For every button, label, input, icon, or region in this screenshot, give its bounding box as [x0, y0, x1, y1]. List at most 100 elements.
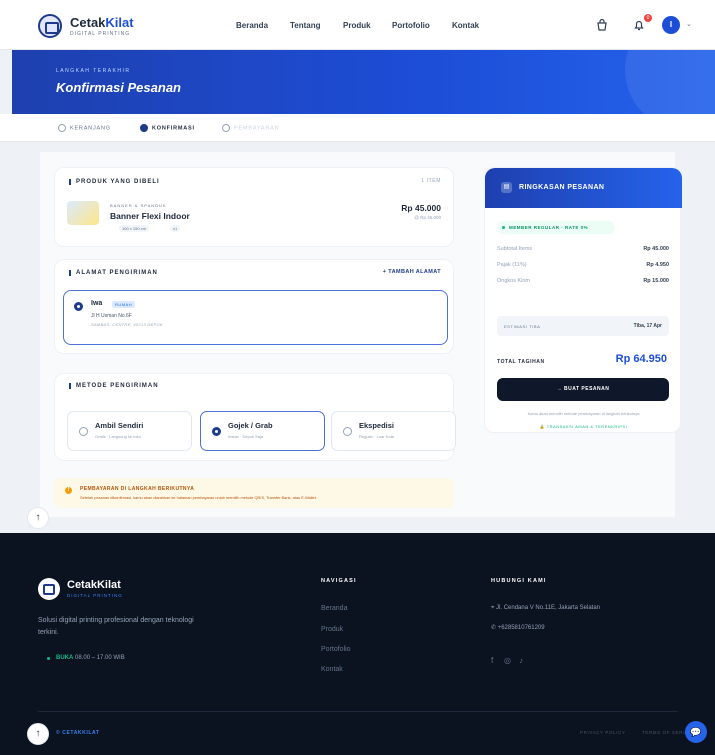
- item-count: 1 ITEM: [421, 178, 441, 184]
- info-icon: !: [65, 487, 72, 494]
- row-value: Rp 4.950: [646, 262, 669, 268]
- chevron-down-icon[interactable]: ⌄: [686, 20, 692, 28]
- radio[interactable]: [79, 427, 88, 436]
- summary-title: RINGKASAN PESANAN: [519, 184, 605, 191]
- footer-brand: CetakKilat: [67, 579, 121, 591]
- summary-row-subtotal: Subtotal Items Rp 45.000: [497, 246, 669, 252]
- footer-description: Solusi digital printing profesional deng…: [38, 617, 194, 636]
- total-label: TOTAL TAGIHAN: [497, 359, 545, 365]
- step-keranjang[interactable]: KERANJANG: [58, 124, 111, 132]
- scroll-top-button[interactable]: ↑: [27, 507, 49, 529]
- option-name: Gojek / Grab: [228, 421, 273, 430]
- printer-logo-icon: [38, 578, 60, 600]
- address-option-selected[interactable]: Iwa RUMAH Jl H Usman No.6F SAMBAS, CENTR…: [63, 290, 448, 345]
- nav-link-produk[interactable]: Produk: [343, 21, 371, 30]
- cart-icon: [58, 124, 66, 132]
- nav-link-tentang[interactable]: Tentang: [290, 21, 321, 30]
- nav-link-kontak[interactable]: Kontak: [452, 21, 479, 30]
- shopping-bag-icon[interactable]: [595, 18, 609, 32]
- secure-text: TRANSAKSI AMAN & TERENKRIPSI: [546, 424, 628, 429]
- receipt-icon: ▤: [501, 182, 512, 193]
- avatar[interactable]: I: [662, 16, 680, 34]
- footer-address: ⌖ Jl. Cendana V No.11E, Jakarta Selatan: [491, 605, 600, 612]
- arrow-up-icon: ↑: [35, 512, 41, 523]
- notification-badge: 0: [644, 14, 652, 22]
- footer-link-portofolio[interactable]: Portofolio: [321, 646, 351, 653]
- size-chip: 100 x 150 cm: [119, 225, 150, 232]
- summary-header: ▤ RINGKASAN PESANAN: [485, 168, 682, 208]
- product-card: PRODUK YANG DIBELI 1 ITEM BANNER & SPAND…: [54, 167, 454, 247]
- facebook-icon[interactable]: f: [491, 656, 493, 665]
- row-label: Pajak (11%): [497, 262, 527, 268]
- radio-selected[interactable]: [74, 302, 83, 311]
- radio[interactable]: [343, 427, 352, 436]
- hero-kicker: LANGKAH TERAKHIR: [56, 68, 131, 74]
- step-label: KERANJANG: [70, 125, 111, 132]
- footer-phone[interactable]: ✆ +6285810761209: [491, 624, 545, 631]
- step-pembayaran: PEMBAYARAN: [222, 124, 279, 132]
- add-address-button[interactable]: + TAMBAH ALAMAT: [383, 269, 441, 275]
- eta-box: ESTIMASI TIBA Tiba, 17 Apr: [497, 316, 669, 336]
- section-title: METODE PENGIRIMAN: [69, 383, 159, 389]
- notice-title: PEMBAYARAN DI LANGKAH BERIKUTNYA: [80, 486, 195, 492]
- footer-contact-title: HUBUNGI KAMI: [491, 578, 547, 584]
- payment-hint: Kamu akan memilih metode pembayaran di l…: [527, 411, 640, 416]
- option-sub: Instan · Depok Saja: [228, 434, 264, 439]
- tiktok-icon[interactable]: ♪: [519, 656, 523, 665]
- printer-logo-icon[interactable]: [38, 14, 62, 38]
- address-city: SAMBAS, CENTRE, 40213 DEPOK: [91, 322, 163, 327]
- payment-notice: ! PEMBAYARAN DI LANGKAH BERIKUTNYA Setel…: [54, 478, 454, 508]
- option-name: Ekspedisi: [359, 421, 395, 430]
- step-label: KONFIRMASI: [152, 125, 195, 132]
- unit-price: @ Rp 45.000: [414, 215, 441, 220]
- arrow-up-icon: ↑: [35, 728, 41, 739]
- page-title: Konfirmasi Pesanan: [56, 80, 181, 95]
- place-order-button[interactable]: → BUAT PESANAN: [497, 378, 669, 401]
- footer-link-beranda[interactable]: Beranda: [321, 605, 347, 612]
- option-sub: Reguler · Luar Kota: [359, 434, 394, 439]
- shipping-option-gojek[interactable]: Gojek / Grab Instan · Depok Saja: [200, 411, 325, 451]
- row-value: Rp 45.000: [643, 246, 669, 252]
- chat-button[interactable]: 💬: [685, 721, 707, 743]
- notice-body: Setelah pesanan dikonfirmasi, kamu akan …: [80, 495, 317, 500]
- checkout-stepper: KERANJANG KONFIRMASI PEMBAYARAN: [0, 114, 715, 142]
- scroll-top-button-footer[interactable]: ↑: [27, 723, 49, 745]
- row-label: Ongkos Kirim: [497, 278, 531, 284]
- privacy-policy-link[interactable]: PRIVACY POLICY: [580, 730, 626, 735]
- nav-link-portofolio[interactable]: Portofolio: [392, 21, 430, 30]
- shipping-option-ekspedisi[interactable]: Ekspedisi Reguler · Luar Kota: [331, 411, 456, 451]
- option-name: Ambil Sendiri: [95, 421, 144, 430]
- qty-chip: x1: [170, 225, 181, 232]
- product-category: BANNER & SPANDUK: [110, 203, 167, 208]
- main-content: PRODUK YANG DIBELI 1 ITEM BANNER & SPAND…: [40, 152, 682, 517]
- address-street: Jl H Usman No.6F: [91, 313, 132, 319]
- footer-link-kontak[interactable]: Kontak: [321, 666, 343, 673]
- summary-row-shipping: Ongkos Kirim Rp 15.000: [497, 278, 669, 284]
- chat-icon: 💬: [690, 727, 702, 737]
- footer: CetakKilat DIGITAL PRINTING Solusi digit…: [0, 533, 715, 755]
- address-tag: RUMAH: [112, 301, 136, 308]
- footer-brand-tagline: DIGITAL PRINTING: [67, 593, 123, 598]
- instagram-icon[interactable]: ◎: [504, 656, 511, 665]
- secure-transaction-label: 🔒 TRANSAKSI AMAN & TERENKRIPSI: [485, 424, 682, 429]
- option-sub: Gratis · Langsung ke toko: [95, 434, 141, 439]
- nav-link-beranda[interactable]: Beranda: [236, 21, 268, 30]
- brand-tagline: DIGITAL PRINTING: [70, 31, 131, 37]
- section-title: ALAMAT PENGIRIMAN: [69, 270, 158, 276]
- step-konfirmasi: KONFIRMASI: [140, 124, 195, 132]
- footer-link-produk[interactable]: Produk: [321, 626, 343, 633]
- shipping-option-ambil[interactable]: Ambil Sendiri Gratis · Langsung ke toko: [67, 411, 192, 451]
- brand-name[interactable]: CetakKilat: [70, 15, 134, 30]
- page-hero: LANGKAH TERAKHIR Konfirmasi Pesanan: [12, 50, 715, 114]
- phone-text: +6285810761209: [497, 625, 545, 631]
- open-status: BUKA: [56, 655, 74, 661]
- step-label: PEMBAYARAN: [234, 125, 280, 132]
- row-label: Subtotal Items: [497, 246, 533, 252]
- brand-accent: Kilat: [105, 15, 134, 30]
- address-text: Jl. Cendana V No.11E, Jakarta Selatan: [496, 605, 600, 611]
- address-card: ALAMAT PENGIRIMAN + TAMBAH ALAMAT Iwa RU…: [54, 259, 454, 354]
- opening-hours: BUKA 08.00 – 17.00 WIB: [38, 655, 125, 661]
- order-summary-card: ▤ RINGKASAN PESANAN MEMBER REGULAR · RAT…: [484, 167, 682, 433]
- hours: 08.00 – 17.00 WIB: [75, 655, 125, 661]
- radio-selected[interactable]: [212, 427, 221, 436]
